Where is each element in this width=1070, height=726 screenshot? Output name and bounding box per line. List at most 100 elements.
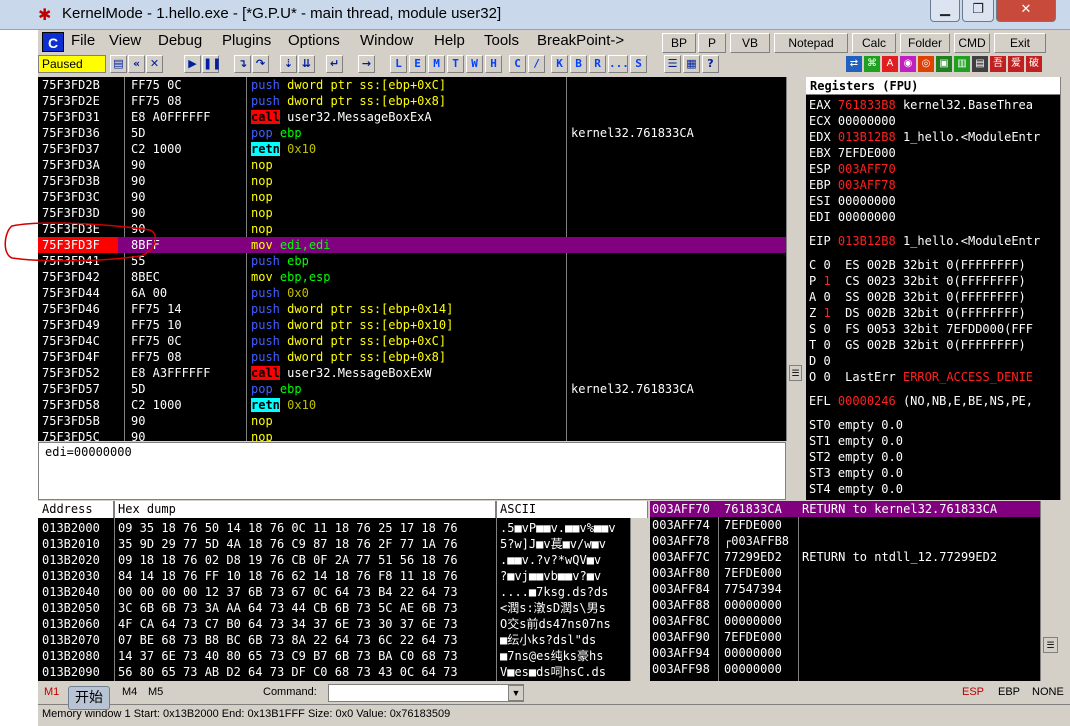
help-icon[interactable]: ? xyxy=(702,55,719,73)
register-esi[interactable]: ESI 00000000 xyxy=(809,193,903,209)
dump-row[interactable]: 013B2080 14 37 6E 73 40 80 65 73 C9 B7 6B… xyxy=(38,648,648,664)
register-edx[interactable]: EDX 013B12B8 1_hello.<ModuleEntr xyxy=(809,129,1040,145)
m4-button[interactable]: M4 xyxy=(122,686,137,698)
fpu-register[interactable]: ST1 empty 0.0 xyxy=(809,433,903,449)
p-button[interactable]: P xyxy=(698,33,726,53)
plugin-icon-6[interactable]: ▣ xyxy=(936,56,952,72)
chevron-down-icon[interactable]: ▼ xyxy=(508,685,524,701)
scroll-thumb[interactable]: ☰ xyxy=(789,365,802,381)
dump-scrollbar[interactable] xyxy=(630,518,648,681)
flag-row[interactable]: P 1 CS 0023 32bit 0(FFFFFFFF) xyxy=(809,273,1026,289)
menu-view[interactable]: View xyxy=(109,32,141,49)
menu-breakpoint[interactable]: BreakPoint-> xyxy=(537,32,624,49)
flag-row[interactable]: O 0 LastErr ERROR_ACCESS_DENIE xyxy=(809,369,1033,385)
vb-button[interactable]: VB xyxy=(730,33,770,53)
disassembly-row[interactable]: 75F3FD3B 90 nop xyxy=(38,173,786,189)
stack-row[interactable]: 003AFF90 7EFDE000 xyxy=(650,629,1040,645)
registers-scrollbar[interactable] xyxy=(1060,77,1070,500)
disassembly-row[interactable]: 75F3FD42 8BEC mov ebp,esp xyxy=(38,269,786,285)
list-icon[interactable]: ☰ xyxy=(664,55,681,73)
close-button[interactable]: ✕ xyxy=(996,0,1056,22)
disassembly-row[interactable]: 75F3FD5C 90 nop xyxy=(38,429,786,441)
trace-over-icon[interactable]: ⇊ xyxy=(298,55,315,73)
memory-dump-pane[interactable]: Address Hex dump ASCII 013B2000 09 35 18 … xyxy=(38,501,648,681)
disassembly-row[interactable]: 75F3FD31 E8 A0FFFFFF call user32.MessageBo… xyxy=(38,109,786,125)
dump-row[interactable]: 013B2000 09 35 18 76 50 14 18 76 0C 11 18… xyxy=(38,520,648,536)
register-eax[interactable]: EAX 761833B8 kernel32.BaseThrea xyxy=(809,97,1033,113)
disassembly-row[interactable]: 75F3FD58 C2 1000 retn 0x10 xyxy=(38,397,786,413)
plugin-icon-8[interactable]: ▤ xyxy=(972,56,988,72)
disassembly-row[interactable]: 75F3FD4C FF75 0C push dword ptr ss:[ebp+0x… xyxy=(38,333,786,349)
flag-row[interactable]: Z 1 DS 002B 32bit 0(FFFFFFFF) xyxy=(809,305,1026,321)
disassembly-row[interactable]: 75F3FD44 6A 00 push 0x0 xyxy=(38,285,786,301)
registers-pane[interactable]: Registers (FPU) EAX 761833B8 kernel32.Ba… xyxy=(806,77,1060,500)
goto-icon[interactable]: → xyxy=(358,55,375,73)
plugin-icon-11[interactable]: 破 xyxy=(1026,56,1042,72)
disassembly-row[interactable]: 75F3FD3D 90 nop xyxy=(38,205,786,221)
m1-button[interactable]: M1 xyxy=(44,686,59,698)
folder-button[interactable]: Folder xyxy=(900,33,950,53)
command-input[interactable] xyxy=(328,684,524,702)
toolbar-log-button[interactable]: L xyxy=(390,55,407,73)
grid-icon[interactable]: ▦ xyxy=(683,55,700,73)
disassembly-row[interactable]: 75F3FD37 C2 1000 retn 0x10 xyxy=(38,141,786,157)
bp-button[interactable]: BP xyxy=(662,33,696,53)
disassembly-row[interactable]: 75F3FD52 E8 A3FFFFFF call user32.MessageBo… xyxy=(38,365,786,381)
menu-window[interactable]: Window xyxy=(360,32,413,49)
step-over-icon[interactable]: ↷ xyxy=(252,55,269,73)
dump-ascii-header[interactable]: ASCII xyxy=(496,501,648,518)
run-icon[interactable]: ▶ xyxy=(184,55,201,73)
toolbar-patches-button[interactable]: / xyxy=(528,55,545,73)
dump-row[interactable]: 013B2020 09 18 18 76 02 D8 19 76 CB 0F 2A… xyxy=(38,552,648,568)
plugin-icon-4[interactable]: ◉ xyxy=(900,56,916,72)
register-edi[interactable]: EDI 00000000 xyxy=(809,209,903,225)
menu-help[interactable]: Help xyxy=(434,32,465,49)
dump-row[interactable]: 013B2010 35 9D 29 77 5D 4A 18 76 C9 87 18… xyxy=(38,536,648,552)
toolbar-executables-button[interactable]: E xyxy=(409,55,426,73)
dump-row[interactable]: 013B2040 00 00 00 00 12 37 6B 73 67 0C 64… xyxy=(38,584,648,600)
plugin-icon-2[interactable]: ⌘ xyxy=(864,56,880,72)
menu-options[interactable]: Options xyxy=(288,32,340,49)
cmd-button[interactable]: CMD xyxy=(954,33,990,53)
fpu-register[interactable]: ST3 empty 0.0 xyxy=(809,465,903,481)
toolbar-references-button[interactable]: R xyxy=(589,55,606,73)
plugin-icon-5[interactable]: ◎ xyxy=(918,56,934,72)
toolbar-source-button[interactable]: S xyxy=(630,55,647,73)
toolbar-runtrace-button[interactable]: ... xyxy=(608,55,629,73)
register-ecx[interactable]: ECX 00000000 xyxy=(809,113,903,129)
calc-button[interactable]: Calc xyxy=(852,33,896,53)
cpu-window-button[interactable]: C xyxy=(42,32,64,52)
plugin-icon-10[interactable]: 爱 xyxy=(1008,56,1024,72)
dump-hex-header[interactable]: Hex dump xyxy=(114,501,496,518)
flag-row[interactable]: C 0 ES 002B 32bit 0(FFFFFFFF) xyxy=(809,257,1026,273)
stack-row[interactable]: 003AFF74 7EFDE000 xyxy=(650,517,1040,533)
exit-button[interactable]: Exit xyxy=(994,33,1046,53)
register-esp[interactable]: ESP 003AFF70 xyxy=(809,161,903,177)
disassembly-row[interactable]: 75F3FD2B FF75 0C push dword ptr ss:[ebp+0x… xyxy=(38,77,786,93)
stack-row[interactable]: 003AFF70 761833CA RETURN to kernel32.76183… xyxy=(650,501,1040,517)
toolbar-memory-button[interactable]: M xyxy=(428,55,445,73)
dump-row[interactable]: 013B2030 84 14 18 76 FF 10 18 76 62 14 18… xyxy=(38,568,648,584)
registers-header[interactable]: Registers (FPU) xyxy=(806,77,1060,95)
stack-row[interactable]: 003AFF94 00000000 xyxy=(650,645,1040,661)
disassembly-row[interactable]: 75F3FD4F FF75 08 push dword ptr ss:[ebp+0x… xyxy=(38,349,786,365)
register-ebp[interactable]: EBP 003AFF78 xyxy=(809,177,903,193)
dump-row[interactable]: 013B2070 07 BE 68 73 B8 BC 6B 73 8A 22 64… xyxy=(38,632,648,648)
plugin-icon-3[interactable]: A xyxy=(882,56,898,72)
disassembly-row[interactable]: 75F3FD3C 90 nop xyxy=(38,189,786,205)
menu-plugins[interactable]: Plugins xyxy=(222,32,271,49)
none-button[interactable]: NONE xyxy=(1032,686,1064,698)
toolbar-cpu-button[interactable]: C xyxy=(509,55,526,73)
flag-row[interactable]: S 0 FS 0053 32bit 7EFDD000(FFF xyxy=(809,321,1033,337)
open-icon[interactable]: ▤ xyxy=(110,55,127,73)
disassembly-row[interactable]: 75F3FD49 FF75 10 push dword ptr ss:[ebp+0x… xyxy=(38,317,786,333)
trace-into-icon[interactable]: ⇣ xyxy=(280,55,297,73)
menu-tools[interactable]: Tools xyxy=(484,32,519,49)
disassembly-scrollbar[interactable]: ☰ xyxy=(786,77,804,441)
stack-row[interactable]: 003AFF80 7EFDE000 xyxy=(650,565,1040,581)
menu-file[interactable]: File xyxy=(71,32,95,49)
register-eip[interactable]: EIP 013B12B8 1_hello.<ModuleEntr xyxy=(809,233,1040,249)
disassembly-row[interactable]: 75F3FD36 5D pop ebp kernel32.761833CA xyxy=(38,125,786,141)
step-into-icon[interactable]: ↴ xyxy=(234,55,251,73)
plugin-icon-7[interactable]: ▥ xyxy=(954,56,970,72)
